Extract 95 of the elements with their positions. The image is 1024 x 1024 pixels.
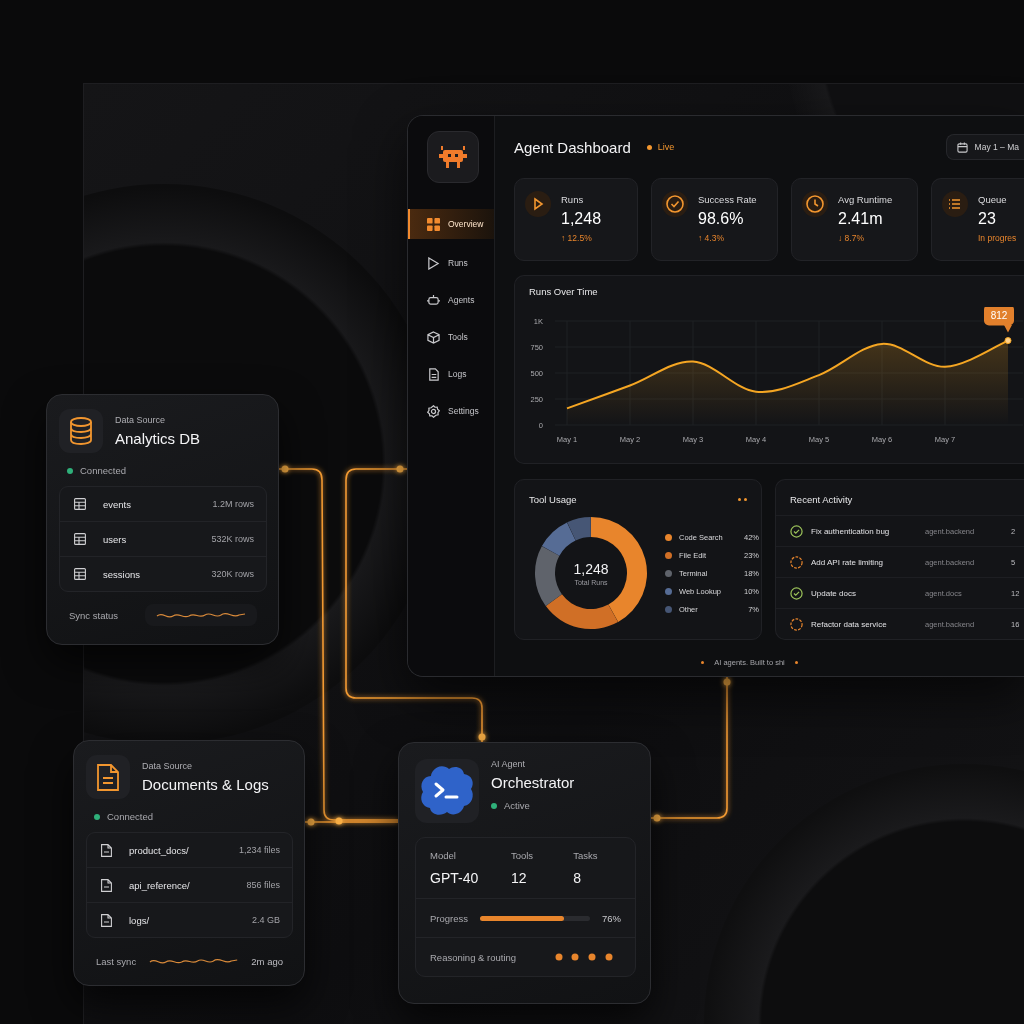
activity-title: Update docs: [811, 588, 857, 598]
stat-value: GPT-40: [430, 870, 480, 886]
stat-value: 8: [573, 870, 582, 886]
sync-label: Last sync: [96, 955, 137, 967]
nav-item[interactable]: Logs: [408, 361, 494, 387]
table-icon: [74, 533, 86, 545]
table-icon: [74, 568, 86, 580]
stat-label: Model: [430, 850, 457, 861]
table-icon: [74, 498, 86, 510]
date-range-button[interactable]: May 1 – Ma: [945, 134, 1024, 160]
card-title: Documents & Logs: [142, 776, 269, 793]
stat-icon: [525, 191, 551, 217]
nav-icon: [427, 293, 440, 307]
calendar-icon: [956, 141, 968, 153]
connector-dot: [723, 678, 731, 686]
nav-icon: [427, 217, 440, 231]
item-size: 1,234 files: [238, 845, 280, 855]
database-icon: [69, 417, 93, 445]
sync-time: 2m ago: [251, 955, 283, 967]
terminal-cloud-icon: [419, 765, 475, 817]
item-size: 532K rows: [211, 534, 254, 544]
nav-item[interactable]: Settings: [408, 398, 494, 424]
connector-dot: [478, 733, 486, 741]
stat-label: Tasks: [573, 850, 599, 861]
item-size: 2.4 GB: [252, 915, 280, 925]
connector-dot: [281, 465, 289, 473]
activity-title: Add API rate limiting: [811, 557, 885, 567]
item-name: logs/: [129, 914, 150, 926]
card-type-label: AI Agent: [491, 759, 527, 769]
item-name: product_docs/: [129, 844, 189, 856]
item-size: 856 files: [246, 880, 280, 890]
stat-change: In progres: [978, 233, 1017, 243]
stat-label: Queue: [978, 194, 1008, 205]
card-title: Orchestrator: [491, 774, 575, 791]
connector-dot: [653, 814, 661, 822]
card-type-label: Data Source: [115, 415, 167, 425]
loading-dots-icon: [555, 953, 613, 961]
panel-title: Recent Activity: [790, 494, 854, 505]
connector-dot: [396, 465, 404, 473]
stat-change: ↑ 12.5%: [561, 233, 593, 243]
stat-icon: [942, 191, 968, 217]
stat-label: Avg Runtime: [838, 194, 893, 205]
stat-value: 2.41m: [838, 210, 884, 228]
dashboard-title: Agent Dashboard: [514, 138, 631, 156]
card-title: Analytics DB: [115, 430, 201, 447]
stat-icon: [802, 191, 828, 217]
card-type-label: Data Source: [142, 761, 194, 771]
item-size: 1.2M rows: [212, 499, 254, 509]
connection-status: Connected: [67, 465, 267, 476]
item-name: users: [103, 533, 127, 545]
file-icon: [101, 878, 112, 892]
live-status: Live: [646, 142, 675, 152]
stat-icon: [662, 191, 688, 217]
nav-icon: [427, 256, 440, 270]
nav-icon: [427, 367, 440, 381]
progress-label: Progress: [430, 912, 468, 924]
file-icon: [101, 843, 112, 857]
activity-title: Fix authentication bug: [811, 526, 891, 536]
data-point: [1004, 337, 1012, 345]
activity-title: Refactor data service: [811, 619, 888, 629]
stat-label: Success Rate: [698, 194, 757, 205]
item-name: events: [103, 498, 131, 510]
stat-value: 98.6%: [698, 210, 745, 228]
activity-label: Reasoning & routing: [430, 951, 517, 963]
total-value: 1,248: [573, 560, 609, 577]
item-size: 320K rows: [211, 569, 254, 579]
stat-value: 12: [510, 870, 528, 886]
item-name: sessions: [103, 568, 140, 580]
progress-reading: 76%: [602, 912, 621, 924]
agent-status: Active: [491, 800, 575, 811]
nav-item[interactable]: Runs: [408, 250, 494, 276]
item-name: api_reference/: [129, 879, 190, 891]
stat-label: Runs: [561, 194, 585, 205]
connector-dot: [335, 817, 343, 825]
nav-item[interactable]: Overview: [408, 209, 494, 239]
panel-title: Tool Usage: [529, 494, 577, 505]
chart-title: Runs Over Time: [529, 286, 599, 297]
nav-item[interactable]: Tools: [408, 324, 494, 350]
stat-change: ↑ 4.3%: [698, 233, 725, 243]
connection-status: Connected: [94, 811, 293, 822]
connector-dot: [307, 818, 315, 826]
nav-icon: [427, 404, 440, 418]
robot-icon: [439, 146, 467, 168]
sync-label: Sync status: [69, 609, 119, 621]
value-tooltip: 812: [984, 307, 1014, 333]
file-icon: [101, 913, 112, 927]
stat-value: 23: [978, 210, 997, 228]
nav-icon: [427, 330, 440, 344]
more-icon[interactable]: [738, 498, 747, 501]
nav-item[interactable]: Agents: [408, 287, 494, 313]
annotation: 812: [990, 310, 1008, 322]
stat-value: 1,248: [561, 210, 602, 228]
stat-change: ↓ 8.7%: [838, 233, 865, 243]
document-icon: [97, 763, 119, 791]
stat-label: Tools: [510, 850, 535, 861]
